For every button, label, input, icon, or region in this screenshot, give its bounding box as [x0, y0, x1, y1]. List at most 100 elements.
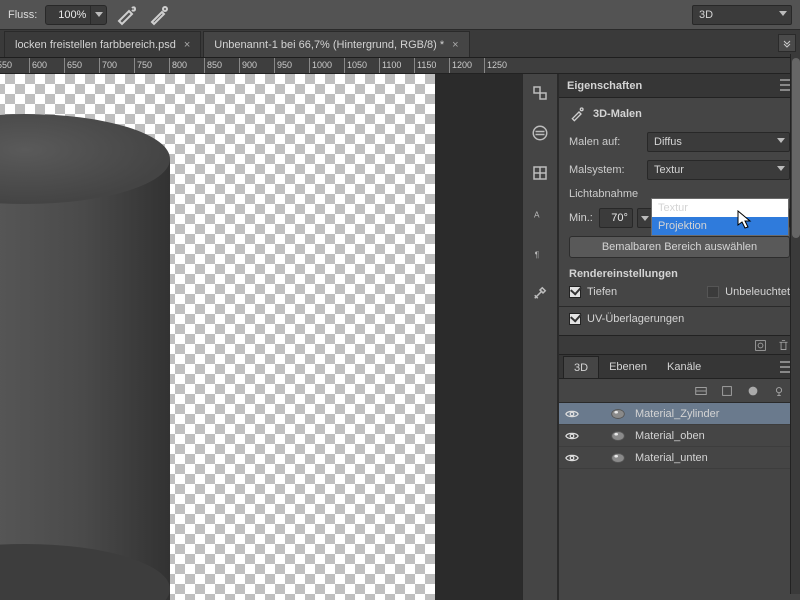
mesh-filter-icon[interactable]: [720, 384, 734, 398]
paint-on-select[interactable]: Diffus: [647, 132, 790, 152]
ruler-tick: 700: [99, 58, 100, 74]
ruler-tick: 900: [239, 58, 240, 74]
checkbox-icon: [569, 313, 581, 325]
svg-text:¶: ¶: [535, 251, 540, 260]
close-icon[interactable]: ×: [184, 39, 190, 51]
visibility-icon[interactable]: [565, 429, 579, 443]
document-tab-label: Unbenannt-1 bei 66,7% (Hintergrund, RGB/…: [214, 39, 444, 51]
chevron-down-icon: [641, 216, 649, 221]
material-name: Material_oben: [635, 430, 705, 442]
properties-panel-header[interactable]: Eigenschaften: [559, 74, 800, 98]
workspace-mode-select[interactable]: 3D: [692, 5, 792, 25]
character-icon[interactable]: A: [531, 204, 549, 222]
ruler-tick: 850: [204, 58, 205, 74]
ruler-tick: 800: [169, 58, 170, 74]
select-paintable-area-button[interactable]: Bemalbaren Bereich auswählen: [569, 236, 790, 258]
section-title: 3D-Malen: [569, 106, 790, 122]
chevron-down-icon: [777, 166, 785, 171]
svg-text:A: A: [534, 211, 540, 220]
chevron-down-icon: [779, 11, 787, 16]
vertical-scrollbar[interactable]: [790, 54, 800, 594]
material-row[interactable]: Material_oben: [559, 425, 800, 447]
scrollbar-thumb[interactable]: [792, 58, 800, 238]
paragraph-icon[interactable]: ¶: [531, 244, 549, 262]
ruler-tick: 1100: [379, 58, 380, 74]
render-icon[interactable]: [754, 339, 767, 352]
paint3d-icon: [569, 106, 585, 122]
ruler-tick: 1250: [484, 58, 485, 74]
material-icon: [609, 428, 627, 444]
ruler-tick: 1150: [414, 58, 415, 74]
unlit-checkbox[interactable]: Unbeleuchtet: [707, 286, 790, 298]
dropdown-option[interactable]: Projektion: [652, 217, 788, 235]
flow-input-group[interactable]: [45, 5, 107, 25]
horizontal-ruler[interactable]: 5506006507007508008509009501000105011001…: [0, 58, 800, 74]
material-list: Material_Zylinder Material_oben Material_u…: [559, 403, 800, 475]
trash-icon[interactable]: [777, 339, 790, 352]
flow-dropdown-toggle[interactable]: [90, 6, 106, 24]
min-label: Min.:: [569, 212, 593, 224]
ruler-tick: 1200: [449, 58, 450, 74]
chevron-down-icon: [777, 138, 785, 143]
checkbox-icon: [569, 286, 581, 298]
material-name: Material_Zylinder: [635, 408, 719, 420]
properties-panel-footer: [559, 335, 800, 355]
paint-system-value: Textur: [654, 164, 684, 176]
falloff-label: Lichtabnahme: [569, 188, 638, 200]
material-name: Material_unten: [635, 452, 708, 464]
checkbox-icon: [707, 286, 719, 298]
tab-3d[interactable]: 3D: [563, 356, 599, 378]
document-tab[interactable]: Unbenannt-1 bei 66,7% (Hintergrund, RGB/…: [203, 31, 469, 57]
ruler-tick: 1000: [309, 58, 310, 74]
document-tab-bar: locken freistellen farbbereich.psd × Unb…: [0, 30, 800, 58]
document-tab-label: locken freistellen farbbereich.psd: [15, 39, 176, 51]
ruler-tick: 650: [64, 58, 65, 74]
layer-panel-tabs: 3D Ebenen Kanäle: [559, 355, 800, 379]
min-input[interactable]: [599, 208, 633, 228]
properties-panel-body: 3D-Malen Malen auf: Diffus Malsystem: Te…: [559, 98, 800, 335]
cylinder-3d-object[interactable]: [0, 114, 170, 600]
options-bar: Fluss: 3D: [0, 0, 800, 30]
swatches-icon[interactable]: [531, 164, 549, 182]
ruler-tick: 600: [29, 58, 30, 74]
3d-filter-bar: [559, 379, 800, 403]
canvas[interactable]: [0, 74, 522, 600]
tab-overflow-button[interactable]: [778, 34, 796, 52]
uv-overlay-checkbox[interactable]: UV-Überlagerungen: [569, 313, 790, 325]
depth-checkbox[interactable]: Tiefen: [569, 286, 617, 298]
tab-layers[interactable]: Ebenen: [599, 356, 657, 378]
tab-channels[interactable]: Kanäle: [657, 356, 711, 378]
light-filter-icon[interactable]: [772, 384, 786, 398]
material-icon: [609, 450, 627, 466]
chevron-down-icon: [95, 12, 103, 17]
material-row[interactable]: Material_unten: [559, 447, 800, 469]
document-tab[interactable]: locken freistellen farbbereich.psd ×: [4, 31, 201, 57]
paint-system-dropdown-list[interactable]: Textur Projektion: [651, 198, 789, 236]
right-panel-stack: Eigenschaften 3D-Malen Malen auf: Diffus…: [558, 74, 800, 600]
visibility-icon[interactable]: [565, 451, 579, 465]
material-icon: [609, 406, 627, 422]
material-row[interactable]: Material_Zylinder: [559, 403, 800, 425]
paint-system-label: Malsystem:: [569, 164, 641, 176]
visibility-icon[interactable]: [565, 407, 579, 421]
scene-filter-icon[interactable]: [694, 384, 708, 398]
navigator-icon[interactable]: [531, 84, 549, 102]
tools-icon[interactable]: [531, 284, 549, 302]
ruler-tick: 950: [274, 58, 275, 74]
airbrush-toggle-icon[interactable]: [115, 4, 139, 26]
collapsed-panel-dock: A ¶: [522, 74, 558, 600]
material-filter-icon[interactable]: [746, 384, 760, 398]
ruler-tick: 1050: [344, 58, 345, 74]
dropdown-option[interactable]: Textur: [652, 199, 788, 217]
paint-on-label: Malen auf:: [569, 136, 641, 148]
main-area: A ¶ Eigenschaften 3D-Malen Malen auf: Di…: [0, 74, 800, 600]
close-icon[interactable]: ×: [452, 39, 458, 51]
color-icon[interactable]: [531, 124, 549, 142]
panel-empty-area: [559, 475, 800, 600]
ruler-tick: 750: [134, 58, 135, 74]
tablet-pressure-icon[interactable]: [147, 4, 171, 26]
paint-on-value: Diffus: [654, 136, 682, 148]
flow-input[interactable]: [46, 9, 90, 21]
properties-panel-title: Eigenschaften: [567, 80, 642, 92]
paint-system-select[interactable]: Textur: [647, 160, 790, 180]
